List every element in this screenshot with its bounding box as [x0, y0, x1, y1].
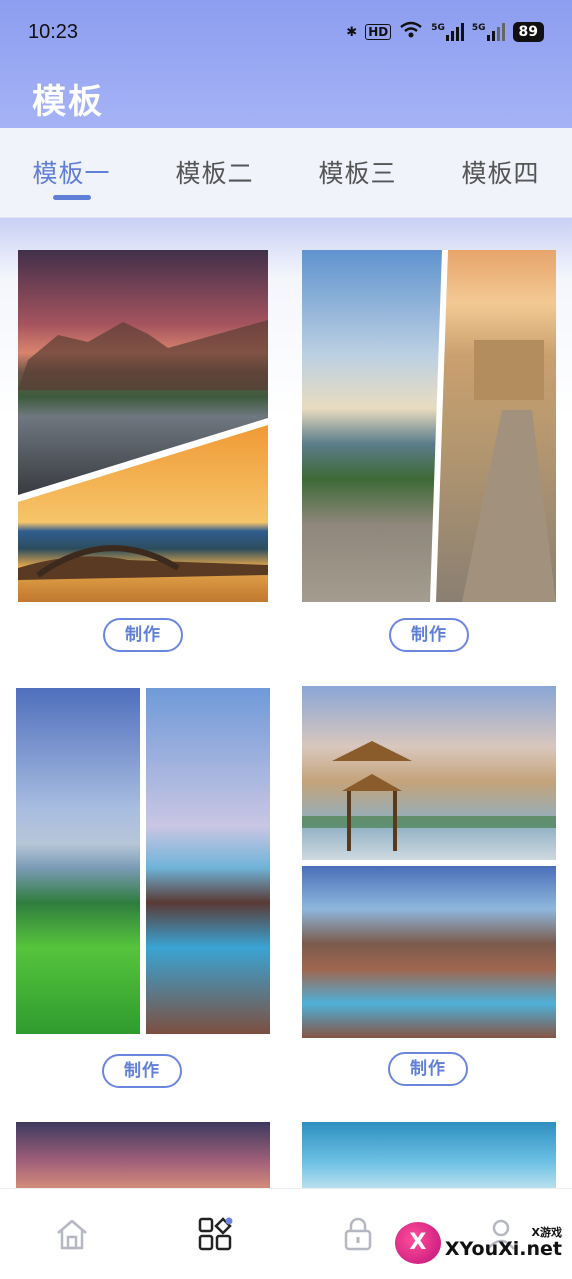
status-bar: 10:23 ✱ HD 5G 5G 89 — [0, 0, 572, 64]
tab-template-1[interactable]: 模板一 — [0, 128, 143, 217]
template-card-6[interactable] — [302, 1122, 556, 1188]
watermark: X X游戏 XYouXi.net — [394, 1222, 562, 1264]
template-1-preview-image — [18, 250, 268, 602]
watermark-text: XYouXi.net — [444, 1237, 562, 1260]
template-preview[interactable] — [16, 1122, 270, 1188]
template-tabs: 模板一 模板二 模板三 模板四 — [0, 128, 572, 218]
nav-templates[interactable] — [143, 1189, 286, 1279]
bluetooth-icon: ✱ — [346, 24, 358, 40]
template-grid: 制作 制作 制作 制作 — [0, 218, 572, 1188]
pavilion-graphic — [302, 741, 556, 851]
make-button[interactable]: 制作 — [389, 618, 469, 652]
template-preview[interactable] — [302, 250, 556, 602]
template-3-tile-left — [16, 688, 140, 1034]
make-button[interactable]: 制作 — [103, 618, 183, 652]
template-card-4[interactable]: 制作 — [302, 686, 556, 1126]
lock-icon — [344, 1217, 371, 1251]
template-4-tile-bottom — [302, 866, 556, 1038]
hd-icon: HD — [365, 24, 392, 40]
battery-icon: 89 — [512, 22, 544, 42]
tab-template-4[interactable]: 模板四 — [429, 128, 572, 217]
template-preview[interactable] — [302, 686, 556, 1038]
network-type-label: 5G — [471, 23, 486, 33]
nav-home[interactable] — [0, 1189, 143, 1279]
page-title: 模板 — [32, 82, 104, 122]
tab-template-2[interactable]: 模板二 — [143, 128, 286, 217]
template-card-1[interactable]: 制作 — [18, 250, 268, 690]
status-icons: ✱ HD 5G 5G 89 — [346, 21, 544, 43]
home-icon — [56, 1219, 87, 1250]
template-card-5[interactable] — [16, 1122, 270, 1188]
template-2-preview-image — [302, 250, 556, 602]
wifi-icon — [399, 21, 423, 43]
template-3-tile-right — [146, 688, 270, 1034]
status-time: 10:23 — [28, 20, 79, 43]
watermark-logo: X — [394, 1222, 441, 1264]
make-button[interactable]: 制作 — [388, 1052, 468, 1086]
templates-icon — [198, 1217, 232, 1251]
watermark-small-text: X游戏 — [531, 1225, 562, 1239]
network-type-label: 5G — [431, 23, 445, 33]
signal-icon-2: 5G — [472, 23, 505, 41]
tab-template-3[interactable]: 模板三 — [286, 128, 429, 217]
template-preview[interactable] — [16, 688, 270, 1034]
template-card-3[interactable]: 制作 — [16, 688, 270, 1128]
make-button[interactable]: 制作 — [102, 1054, 182, 1088]
template-card-2[interactable]: 制作 — [302, 250, 556, 690]
template-4-tile-top — [302, 686, 556, 860]
signal-icon-1: 5G — [431, 23, 464, 41]
template-preview[interactable] — [18, 250, 268, 602]
template-preview[interactable] — [302, 1122, 556, 1188]
